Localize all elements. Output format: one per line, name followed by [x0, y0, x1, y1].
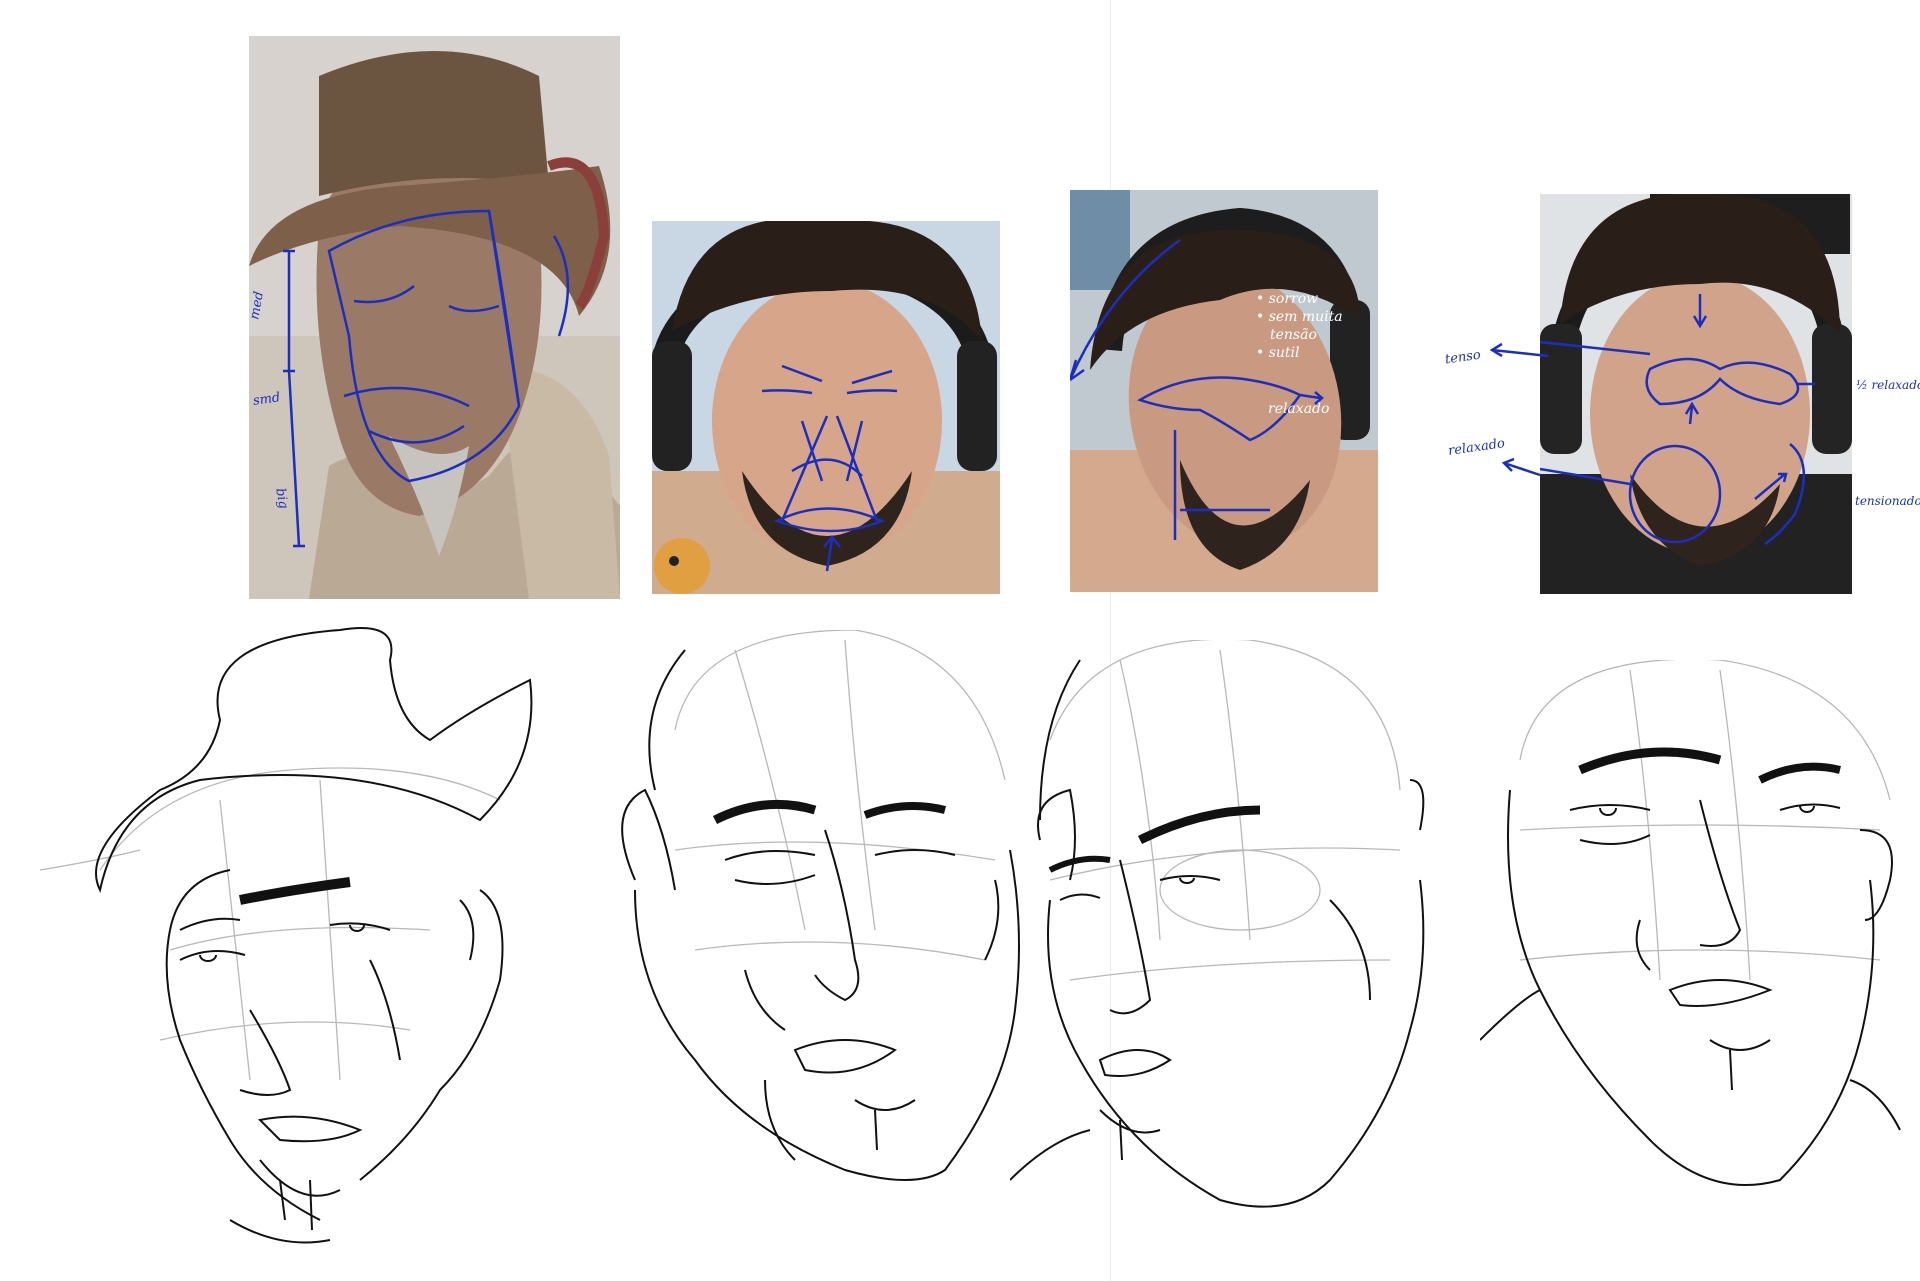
note-sem-muita: • sem muita: [1256, 309, 1343, 325]
note-relaxado: relaxado: [1268, 401, 1330, 417]
reference-photo-skeptical: [1540, 194, 1852, 594]
arrow-relaxado: [1501, 457, 1541, 477]
sketch-skeptical-face: [1480, 660, 1901, 1186]
sketch-squinting-face: [621, 630, 1020, 1181]
reference-photo-sorrow: • sorrow • sem muita tensão • sutil rela…: [1070, 190, 1378, 592]
sketch-old-man-hat: [40, 627, 533, 1244]
reference-photo-squint: [652, 221, 1000, 594]
label-tensionado: tensionado: [1855, 494, 1920, 508]
note-sorrow: • sorrow: [1256, 291, 1319, 307]
arrow-tenso: [1490, 342, 1549, 358]
note-sutil: • sutil: [1256, 345, 1300, 361]
note-tensao: tensão: [1270, 327, 1317, 343]
reference-photo-old-man: med smd big: [249, 36, 620, 599]
label-relaxado: relaxado: [1447, 436, 1506, 459]
label-tenso: tenso: [1444, 347, 1482, 368]
label-half-relaxado: ½ relaxado: [1856, 378, 1920, 392]
sketch-tilted-sorrow: [1010, 640, 1425, 1208]
sorrow-notes: • sorrow • sem muita tensão • sutil: [1256, 290, 1343, 362]
